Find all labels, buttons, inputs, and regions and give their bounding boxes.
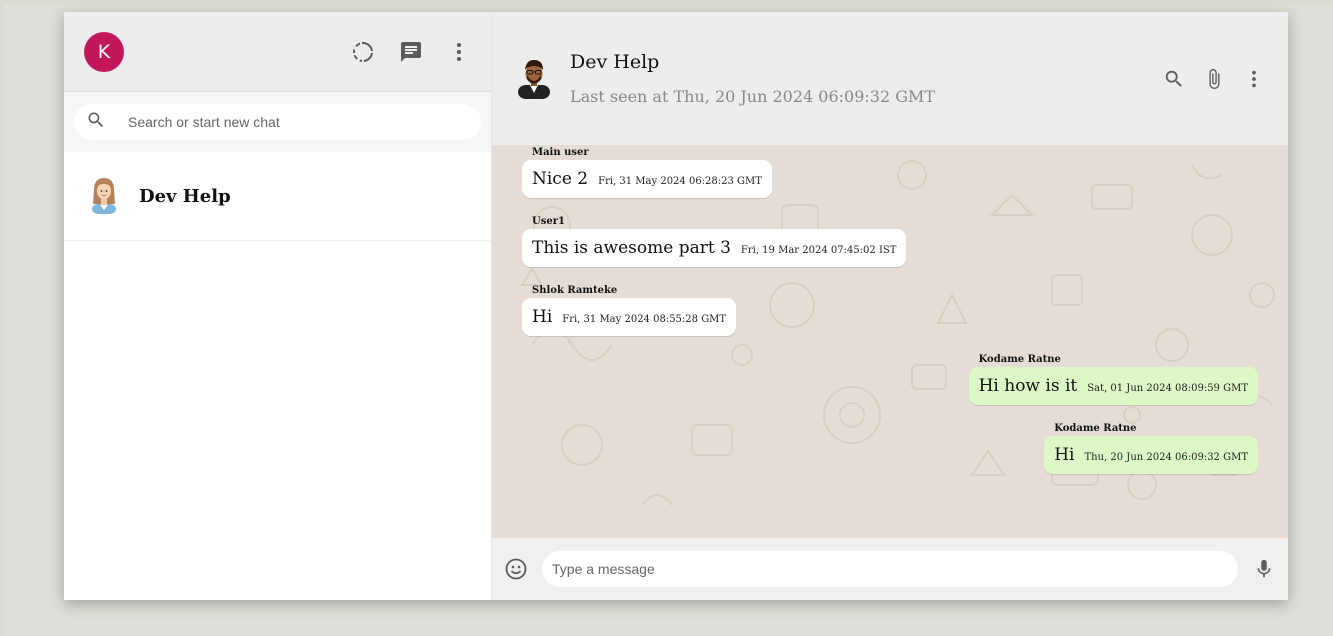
chat-panel: Dev Help Last seen at Thu, 20 Jun 2024 0… [492,12,1288,600]
message: Main user Nice 2 Fri, 31 May 2024 06:28:… [522,147,772,198]
chat-title: Dev Help [570,51,660,73]
message-author: Kodame Ratne [978,354,1061,365]
status-icon[interactable] [349,38,377,66]
message-text: Hi how is it [978,376,1078,396]
message-sent: Kodame Ratne Hi how is it Sat, 01 Jun 20… [968,354,1258,405]
new-chat-icon[interactable] [397,38,425,66]
emoji-icon[interactable] [502,555,530,583]
menu-icon[interactable] [445,38,473,66]
message: Shlok Ramteke Hi Fri, 31 May 2024 08:55:… [522,285,737,336]
search-input[interactable] [128,114,469,130]
app-window: K Search or start new chat Dev Help Dev … [64,12,1288,600]
message-input[interactable] [542,551,1238,587]
message-text: Nice 2 [532,169,589,189]
doodle-background [520,160,1275,506]
sidebar-header: K [64,12,491,92]
message-author: Kodame Ratne [1054,423,1137,434]
messages-area[interactable]: Main user Nice 2 Fri, 31 May 2024 06:28:… [492,145,1288,538]
message-text: Hi [1054,445,1075,465]
chat-header: Dev Help Last seen at Thu, 20 Jun 2024 0… [492,12,1288,145]
chat-list-item[interactable]: Dev Help [64,152,491,241]
message-author: Main user [532,147,589,158]
search-icon [86,110,106,134]
chat-header-info[interactable]: Dev Help Last seen at Thu, 20 Jun 2024 0… [570,51,1160,106]
message-bubble[interactable]: This is awesome part 3 Fri, 19 Mar 2024 … [522,229,907,267]
message-time: Fri, 31 May 2024 08:55:28 GMT [562,314,727,325]
user-avatar[interactable]: K [84,31,124,72]
sidebar: K Search or start new chat Dev Help [64,12,492,600]
message-time: Fri, 19 Mar 2024 07:45:02 IST [740,245,897,256]
message-author: User1 [532,216,565,227]
mic-icon[interactable] [1250,555,1278,583]
contact-avatar[interactable] [516,55,552,103]
message: User1 This is awesome part 3 Fri, 19 Mar… [522,216,907,267]
message-time: Fri, 31 May 2024 06:28:23 GMT [598,176,762,187]
message-sent: Kodame Ratne Hi Thu, 20 Jun 2024 06:09:3… [1044,423,1258,474]
menu-icon[interactable] [1240,65,1268,93]
message-author: Shlok Ramteke [532,285,618,296]
message-time: Sat, 01 Jun 2024 08:09:59 GMT [1087,383,1248,394]
attach-icon[interactable] [1200,65,1228,93]
search-bar [64,92,491,152]
message-bubble[interactable]: Hi Fri, 31 May 2024 08:55:28 GMT [522,298,737,336]
message-text: Hi [532,307,553,327]
message-time: Thu, 20 Jun 2024 06:09:32 GMT [1084,452,1249,463]
message-bubble[interactable]: Hi Thu, 20 Jun 2024 06:09:32 GMT [1044,436,1258,474]
chat-avatar [84,174,124,218]
compose-bar [492,538,1288,600]
search-box [74,104,481,140]
search-icon[interactable] [1160,65,1188,93]
chat-header-icons [1160,65,1268,93]
message-text: This is awesome part 3 [532,238,731,258]
message-bubble[interactable]: Hi how is it Sat, 01 Jun 2024 08:09:59 G… [968,367,1258,405]
chat-list-item-name: Dev Help [139,185,231,207]
last-seen-text: Last seen at Thu, 20 Jun 2024 06:09:32 G… [570,87,936,106]
sidebar-header-icons [349,38,473,66]
message-bubble[interactable]: Nice 2 Fri, 31 May 2024 06:28:23 GMT [522,160,772,198]
